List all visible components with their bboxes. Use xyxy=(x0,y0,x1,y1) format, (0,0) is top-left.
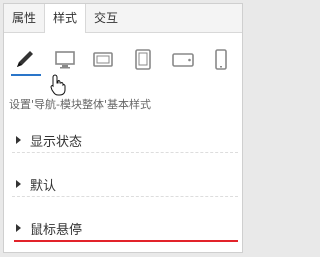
tab-bar: 属性 样式 交互 xyxy=(4,4,242,33)
section-label: 显示状态 xyxy=(30,135,83,150)
section-display-state[interactable]: 显示状态 xyxy=(12,128,238,153)
section-label: 默认 xyxy=(30,179,57,194)
section-label: 鼠标悬停 xyxy=(30,223,83,238)
desktop-icon[interactable] xyxy=(52,48,78,72)
tab-style[interactable]: 样式 xyxy=(44,4,87,33)
section-default[interactable]: 默认 xyxy=(12,172,238,197)
tab-properties[interactable]: 属性 xyxy=(4,4,44,32)
caret-right-icon xyxy=(16,180,21,188)
tablet-portrait-icon[interactable] xyxy=(130,48,156,72)
caret-right-icon xyxy=(16,224,21,232)
tablet-landscape-icon[interactable] xyxy=(170,48,196,72)
phone-icon[interactable] xyxy=(208,48,234,72)
caret-right-icon xyxy=(16,136,21,144)
highlight-underline xyxy=(14,240,238,242)
style-panel: 属性 样式 交互 设置'导航-模块整体'基本样式 显示状态 默认 鼠标悬停 xyxy=(3,3,243,253)
tab-interaction[interactable]: 交互 xyxy=(86,4,126,32)
hint-text: 设置'导航-模块整体'基本样式 xyxy=(9,98,152,111)
active-device-indicator xyxy=(11,74,41,76)
section-mouse-hover[interactable]: 鼠标悬停 xyxy=(12,216,238,240)
laptop-icon[interactable] xyxy=(90,48,116,72)
pencil-icon[interactable] xyxy=(12,48,38,72)
